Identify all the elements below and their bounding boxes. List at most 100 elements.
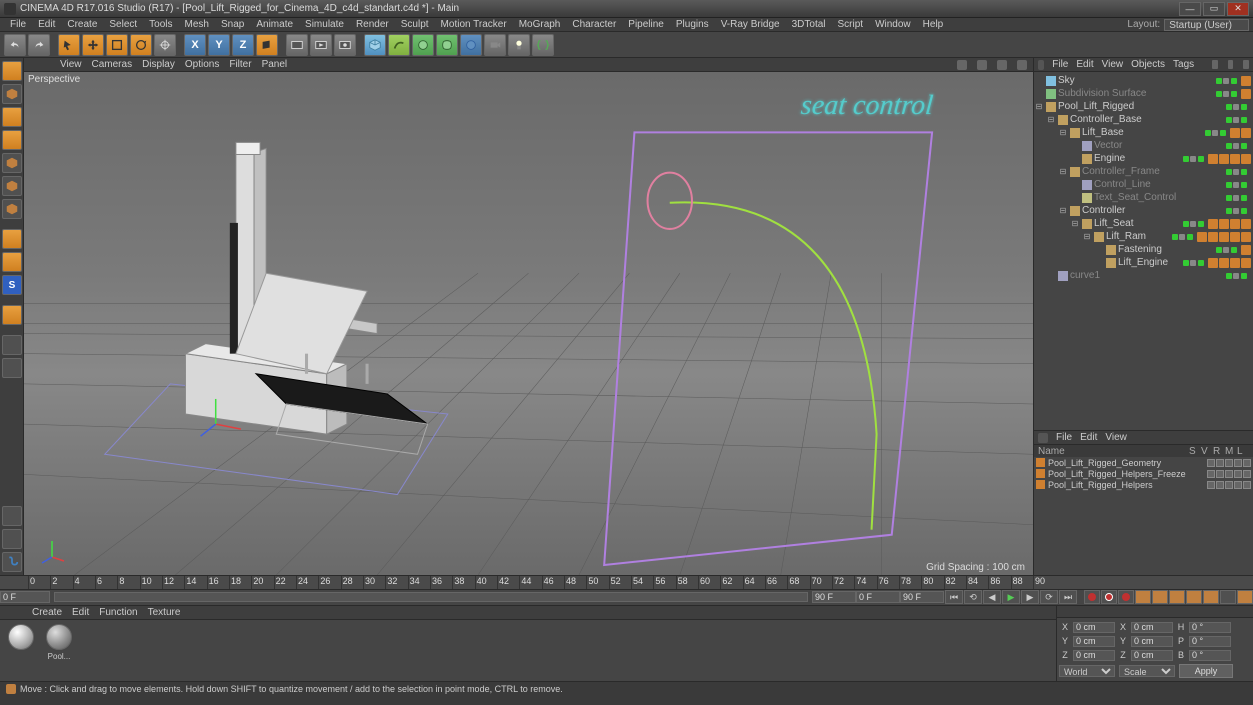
coord-h-rot[interactable] [1189,622,1231,633]
coord-y-pos[interactable] [1073,636,1115,647]
coord-b-rot[interactable] [1189,650,1231,661]
tree-expand-icon[interactable]: ⊟ [1058,167,1068,177]
tree-label[interactable]: Controller_Frame [1082,166,1226,177]
viewport-menu-options[interactable]: Options [185,59,219,70]
point-mode-button[interactable] [2,153,22,173]
play-button[interactable]: ▶ [1002,590,1020,604]
coord-z-size[interactable] [1131,650,1173,661]
menu-3dtotal[interactable]: 3DTotal [786,19,832,30]
tree-expand-icon[interactable] [1046,271,1056,281]
visibility-dots[interactable] [1226,182,1239,188]
enable-checkbox[interactable] [1198,156,1204,162]
coord-system-button[interactable] [256,34,278,56]
menu-mograph[interactable]: MoGraph [513,19,567,30]
enable-checkbox[interactable] [1231,78,1237,84]
material-list[interactable]: Pool... [0,620,1056,681]
camera-button[interactable] [484,34,506,56]
tree-row[interactable]: Text_Seat_Control [1034,191,1253,204]
menu-snap[interactable]: Snap [215,19,250,30]
layer-toggle[interactable] [1243,470,1251,478]
tree-expand-icon[interactable] [1094,245,1104,255]
minimize-button[interactable]: — [1179,2,1201,16]
enable-checkbox[interactable] [1231,247,1237,253]
hud-button[interactable] [2,506,22,526]
tree-expand-icon[interactable] [1034,89,1044,99]
axis-z-button[interactable]: Z [232,34,254,56]
visibility-dots[interactable] [1183,221,1196,227]
menu-create[interactable]: Create [61,19,103,30]
obj-eye-icon[interactable] [1243,60,1249,69]
axis-x-button[interactable]: X [184,34,206,56]
goto-next-key-button[interactable]: ⟳ [1040,590,1058,604]
tree-label[interactable]: Engine [1094,153,1183,164]
viewport-nav-icon-3[interactable] [997,60,1007,70]
tree-expand-icon[interactable]: ⊟ [1058,206,1068,216]
tag-icon[interactable] [1219,219,1229,229]
visibility-dots[interactable] [1226,273,1239,279]
mat-menu-texture[interactable]: Texture [148,607,181,618]
cube-primitive-button[interactable] [364,34,386,56]
close-button[interactable]: ✕ [1227,2,1249,16]
attr-list[interactable]: Pool_Lift_Rigged_GeometryPool_Lift_Rigge… [1034,457,1253,575]
enable-checkbox[interactable] [1241,182,1247,188]
tree-row[interactable]: ⊟Lift_Seat [1034,217,1253,230]
enable-checkbox[interactable] [1198,221,1204,227]
key-mode-button[interactable] [1220,590,1236,604]
obj-menu-view[interactable]: View [1102,59,1124,70]
menu-tools[interactable]: Tools [143,19,178,30]
layer-toggle[interactable] [1216,459,1224,467]
layer-toggle[interactable] [1225,459,1233,467]
menu-sculpt[interactable]: Sculpt [395,19,435,30]
tag-icon[interactable] [1230,219,1240,229]
layer-toggle[interactable] [1234,459,1242,467]
enable-checkbox[interactable] [1241,169,1247,175]
content-browser-button[interactable] [2,529,22,549]
render-settings-button[interactable] [334,34,356,56]
mat-menu-create[interactable]: Create [32,607,62,618]
viewport-nav-icon-4[interactable] [1017,60,1027,70]
tree-label[interactable]: Fastening [1118,244,1216,255]
tree-label[interactable]: Controller [1082,205,1226,216]
coord-x-size[interactable] [1131,622,1173,633]
tree-expand-icon[interactable] [1070,154,1080,164]
layer-toggle[interactable] [1225,470,1233,478]
tree-row[interactable]: Subdivision Surface [1034,87,1253,100]
move-tool[interactable] [82,34,104,56]
tree-expand-icon[interactable] [1070,193,1080,203]
coord-y-size[interactable] [1131,636,1173,647]
tree-row[interactable]: ⊟Pool_Lift_Rigged [1034,100,1253,113]
light-button[interactable] [508,34,530,56]
tree-label[interactable]: Controller_Base [1070,114,1226,125]
menu-vray-bridge[interactable]: V-Ray Bridge [715,19,786,30]
layer-toggle[interactable] [1243,459,1251,467]
tree-row[interactable]: Sky [1034,74,1253,87]
tag-icon[interactable] [1197,232,1207,242]
last-tool[interactable] [154,34,176,56]
layout-select[interactable]: Startup (User) [1164,19,1249,31]
layer-row[interactable]: Pool_Lift_Rigged_Helpers [1034,479,1253,490]
tag-icon[interactable] [1208,219,1218,229]
script-button[interactable] [532,34,554,56]
coord-scale-select[interactable]: Scale [1119,665,1175,677]
mat-menu-edit[interactable]: Edit [72,607,89,618]
layer-toggle[interactable] [1234,470,1242,478]
panel-grip-icon[interactable] [1038,60,1044,70]
coord-x-pos[interactable] [1073,622,1115,633]
layer-toggle[interactable] [1207,481,1215,489]
tree-label[interactable]: Lift_Seat [1094,218,1183,229]
obj-menu-tags[interactable]: Tags [1173,59,1194,70]
layer-toggle[interactable] [1216,470,1224,478]
enable-checkbox[interactable] [1241,273,1247,279]
tree-label[interactable]: Lift_Base [1082,127,1205,138]
viewport-menu-filter[interactable]: Filter [229,59,251,70]
viewport-nav-icon-1[interactable] [957,60,967,70]
tag-icon[interactable] [1241,258,1251,268]
tree-row[interactable]: ⊟Lift_Base [1034,126,1253,139]
visibility-dots[interactable] [1226,143,1239,149]
tag-icon[interactable] [1241,219,1251,229]
tree-row[interactable]: ⊟ Controller_Frame [1034,165,1253,178]
menu-pipeline[interactable]: Pipeline [622,19,670,30]
autokey-button[interactable] [1101,590,1117,604]
timeline-current-field[interactable] [856,591,900,603]
visibility-dots[interactable] [1216,247,1229,253]
